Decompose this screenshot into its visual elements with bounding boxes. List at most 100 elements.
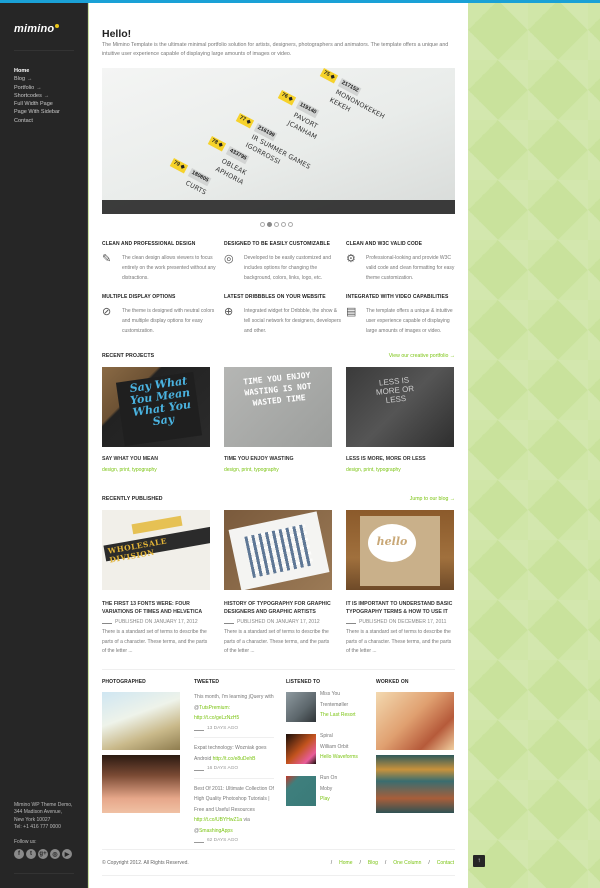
feature-text: The theme is designed with neutral color… (122, 308, 215, 334)
post-thumbnail[interactable]: hello (346, 510, 454, 590)
address-line: New York 10027 (14, 816, 51, 823)
nav-item-portfolio[interactable]: Portfolio → (14, 84, 60, 92)
nav-item-blog[interactable]: Blog → (14, 75, 60, 83)
thumb-text: WHOLESALE DIVISION (107, 536, 168, 565)
slide-tag: 78 ◆ (207, 136, 227, 152)
post-title[interactable]: THE FIRST 13 FONTS WERE: FOUR VARIATIONS… (102, 600, 210, 616)
slide-dot-1[interactable] (260, 222, 265, 227)
jump-to-blog-link[interactable]: Jump to our blog → (410, 496, 455, 502)
project-thumbnail[interactable]: TIME YOU ENJOY WASTING IS NOT WASTED TIM… (224, 367, 332, 447)
project-card: Say What You Mean What You Say SAY WHAT … (102, 367, 210, 473)
project-title[interactable]: LESS IS MORE, MORE OR LESS (346, 456, 454, 462)
song-title: Miss You (320, 691, 341, 697)
nav-item-home[interactable]: Home (14, 67, 60, 75)
work-thumbnail[interactable] (376, 755, 454, 813)
widget-title: WORKED ON (376, 679, 409, 685)
post-title[interactable]: IT IS IMPORTANT TO UNDERSTAND BASIC TYPO… (346, 600, 454, 616)
facebook-icon[interactable]: f (14, 849, 24, 859)
feature-text: The template offers a unique & intuitive… (366, 308, 453, 334)
album-link[interactable]: Hello Waveforms (320, 752, 358, 763)
copyright: © Copyright 2012. All Rights Reserved. (102, 860, 189, 866)
divider (346, 623, 356, 624)
slide-dot-5[interactable] (288, 222, 293, 227)
divider (194, 770, 204, 772)
feature-item: CLEAN AND PROFESSIONAL DESIGN ✎ The clean… (102, 241, 224, 283)
image-slider[interactable]: 75 ◆ 217152 MONONOKEKEH KEKEH 76 ◆ 11914… (102, 68, 455, 214)
project-tags[interactable]: design, print, typography (102, 467, 210, 473)
tweet-time: 13 DAYS AGO (207, 725, 239, 731)
post-card: HISTORY OF TYPOGRAPHY FOR GRAPHIC DESIGN… (224, 510, 332, 657)
album-link[interactable]: The Last Resort (320, 710, 356, 721)
post-thumbnail[interactable] (224, 510, 332, 590)
tweet-mention-link[interactable]: SmashingApps (199, 828, 233, 834)
slider-caption-bar (102, 200, 455, 214)
footer-link-one-column[interactable]: One Column (393, 860, 421, 866)
project-tags[interactable]: design, print, typography (346, 467, 454, 473)
thumb-text: TIME YOU ENJOY WASTING IS NOT WASTED TIM… (242, 370, 313, 408)
feature-item: DESIGNED TO BE EASILY CUSTOMIZABLE ◎ Deve… (224, 241, 346, 283)
widget-title: LISTENED TO (286, 679, 321, 685)
dribbble-icon[interactable]: ◎ (50, 849, 60, 859)
post-date: PUBLISHED ON DECEMBER 17, 2011 (359, 619, 447, 625)
nav-item-shortcodes[interactable]: Shortcodes → (14, 92, 60, 100)
thumb-text: hello (376, 535, 408, 548)
slider-pagination (260, 222, 293, 227)
nav-item-page-with-sidebar[interactable]: Page With Sidebar (14, 108, 60, 116)
gear-icon: ⚙ (346, 253, 356, 265)
tweet-url-link[interactable]: http://t.co/e8uDehB (213, 756, 256, 762)
view-portfolio-link[interactable]: View our creative portfolio → (389, 353, 455, 359)
arrow-right-icon: → (43, 92, 50, 99)
work-thumbnail[interactable] (376, 692, 454, 750)
background-pattern (468, 0, 600, 888)
project-title[interactable]: SAY WHAT YOU MEAN (102, 456, 210, 462)
tweet-text: Best Of 2011: Ultimate Collection Of Hig… (194, 785, 274, 813)
album-cover[interactable] (286, 734, 316, 764)
footer-link-home[interactable]: Home (339, 860, 352, 866)
widget-title: TWEETED (194, 679, 220, 685)
post-meta: PUBLISHED ON JANUARY 17, 2012 (224, 619, 332, 625)
youtube-icon[interactable]: ▶ (62, 849, 72, 859)
project-card: LESS IS MORE OR LESS LESS IS MORE, MORE … (346, 367, 454, 473)
footer-link-contact[interactable]: Contact (437, 860, 454, 866)
logo[interactable]: mimino (14, 23, 60, 35)
logo-dot-icon (55, 24, 60, 28)
slide-dot-2[interactable] (267, 222, 272, 227)
album-cover[interactable] (286, 776, 316, 806)
project-thumbnail[interactable]: Say What You Mean What You Say (102, 367, 210, 447)
posts-grid: WHOLESALE DIVISION THE FIRST 13 FONTS WE… (102, 510, 454, 657)
divider (102, 849, 455, 850)
tweet-url-link[interactable]: http://t.co/UBYHwZ1a (194, 817, 242, 823)
twitter-icon[interactable]: t (26, 849, 36, 859)
photo-thumbnail[interactable] (102, 755, 180, 813)
nav-item-full-width-page[interactable]: Full Width Page (14, 100, 60, 108)
main-content: Hello! The Mimino Template is the ultima… (89, 3, 468, 888)
feature-text: Professional-looking and provide W3C val… (366, 255, 455, 281)
nav-item-contact[interactable]: Contact (14, 117, 60, 125)
post-thumbnail[interactable]: WHOLESALE DIVISION (102, 510, 210, 590)
project-tags[interactable]: design, print, typography (224, 467, 332, 473)
page-title: Hello! (102, 28, 132, 40)
google-plus-icon[interactable]: g+ (38, 849, 48, 859)
back-to-top-button[interactable]: ↑ (473, 855, 485, 867)
project-title[interactable]: TIME YOU ENJOY WASTING (224, 456, 332, 462)
address: Mimino WP Theme Demo, 344 Madison Avenue… (14, 802, 72, 832)
slide-tag: 75 ◆ (319, 68, 339, 84)
project-thumbnail[interactable]: LESS IS MORE OR LESS (346, 367, 454, 447)
tweet-item: Expat technology: Wozniak goes Android h… (194, 743, 274, 779)
slide-dot-3[interactable] (274, 222, 279, 227)
photographed-widget: PHOTOGRAPHED (102, 679, 180, 818)
project-card: TIME YOU ENJOY WASTING IS NOT WASTED TIM… (224, 367, 332, 473)
tweet-item: This month, I'm learning jQuery with @Tu… (194, 692, 274, 738)
paperclip-icon: ⊘ (102, 306, 112, 318)
footer-link-blog[interactable]: Blog (368, 860, 378, 866)
post-excerpt: There is a standard set of terms to desc… (102, 629, 208, 654)
slide-dot-4[interactable] (281, 222, 286, 227)
tweet-mention-link[interactable]: TutsPremium (199, 705, 229, 711)
footer-nav: / Home / Blog / One Column / Contact (331, 860, 454, 866)
photo-thumbnail[interactable] (102, 692, 180, 750)
post-title[interactable]: HISTORY OF TYPOGRAPHY FOR GRAPHIC DESIGN… (224, 600, 332, 616)
address-line: Mimino WP Theme Demo, (14, 802, 73, 808)
artist-name: Moby (320, 785, 333, 792)
album-link[interactable]: Play (320, 794, 337, 805)
album-cover[interactable] (286, 692, 316, 722)
